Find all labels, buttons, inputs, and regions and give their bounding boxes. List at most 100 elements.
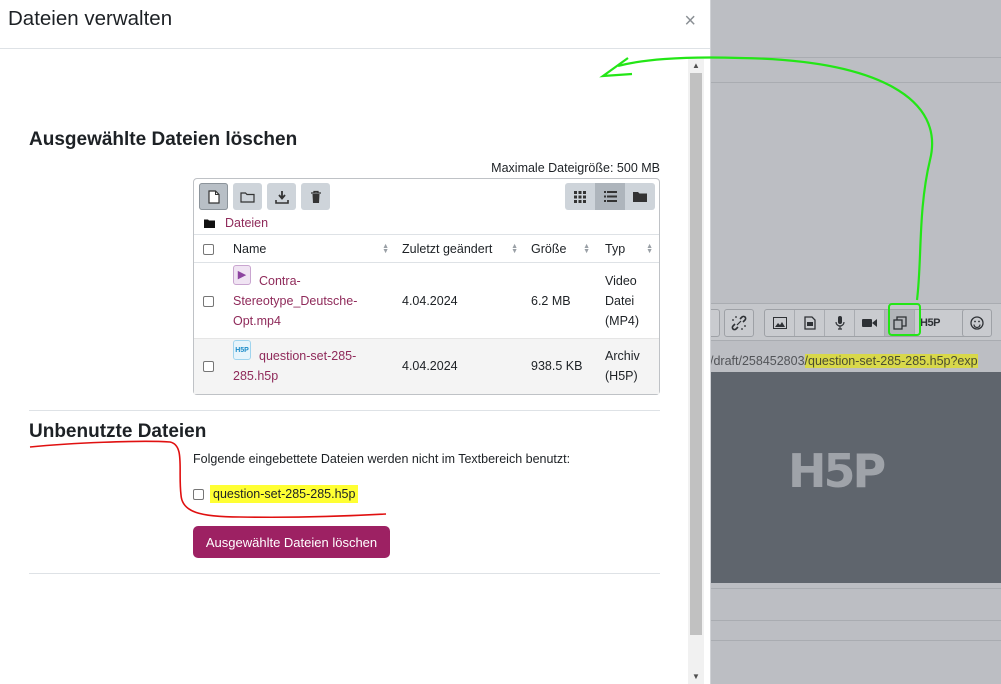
file-size: 6.2 MB (531, 293, 571, 308)
file-icon (207, 189, 220, 204)
column-name[interactable]: Name ▲ ▼ (226, 234, 395, 263)
image-button[interactable] (765, 310, 795, 336)
manage-files-dialog: Dateien verwalten × ▲ ▼ Ausgewählte Date… (0, 0, 711, 684)
emoji-button[interactable] (962, 309, 992, 337)
delete-selected-button[interactable]: Ausgewählte Dateien löschen (193, 526, 390, 558)
media-toolbar-group: H5P (764, 309, 978, 337)
create-folder-button[interactable] (233, 183, 262, 210)
image-icon (772, 317, 787, 329)
folder-icon (204, 219, 215, 228)
folder-icon (633, 192, 647, 202)
table-header-row: Name ▲ ▼ Zuletzt geändert ▲ ▼ Größe ▲ ▼ Typ ▲ ▼ (194, 234, 659, 263)
delete-section-title: Ausgewählte Dateien löschen (29, 129, 298, 150)
row-checkbox[interactable] (203, 361, 214, 373)
file-table: Name ▲ ▼ Zuletzt geändert ▲ ▼ Größe ▲ ▼ Typ ▲ ▼ … (194, 234, 659, 394)
breadcrumb-root[interactable]: Dateien (225, 216, 268, 230)
select-all-cell (194, 234, 226, 263)
file-name-link[interactable]: Contra- Stereotype_Deutsche- Opt.mp4 (233, 271, 357, 331)
editor-background: H5P /draft/258452803/question-set-285-28… (696, 0, 1001, 684)
divider (710, 620, 1001, 621)
file-size: 938.5 KB (524, 338, 596, 394)
breadcrumb: Dateien (204, 216, 268, 230)
divider (710, 82, 1001, 83)
file-name-line: Contra- (259, 273, 301, 288)
sort-icon: ▲ ▼ (382, 243, 389, 255)
row-checkbox[interactable] (203, 295, 214, 307)
file-type-line: Video (605, 273, 637, 288)
grid-icon (574, 190, 586, 203)
unlink-icon (731, 315, 747, 331)
file-type-line: (H5P) (605, 369, 638, 384)
sort-icon: ▲ ▼ (583, 243, 590, 255)
h5p-content-preview: H5P (710, 372, 1001, 583)
emoji-icon (970, 316, 984, 330)
add-file-button[interactable] (199, 183, 228, 210)
file-name-line: 285.h5p (233, 369, 279, 384)
file-type-line: Archiv (605, 349, 640, 364)
max-file-size: Maximale Dateigröße: 500 MB (491, 161, 660, 175)
view-tree-button[interactable] (625, 183, 655, 210)
record-audio-button[interactable] (825, 310, 855, 336)
file-name-cell: ▶ Contra- Stereotype_Deutsche- Opt.mp4 (226, 263, 395, 339)
scrollbar-thumb[interactable] (690, 73, 702, 635)
scrollbar[interactable]: ▲ ▼ (688, 59, 704, 684)
record-video-button[interactable] (855, 310, 885, 336)
annotation-highlight-box (888, 303, 921, 336)
url-prefix: /draft/258452803 (710, 354, 805, 368)
scroll-up-arrow[interactable]: ▲ (688, 59, 704, 73)
file-picker-toolbar (199, 183, 330, 210)
unused-description: Folgende eingebettete Dateien werden nic… (193, 452, 571, 466)
file-name-link[interactable]: question-set-285- 285.h5p (233, 346, 357, 386)
column-name-label: Name (233, 241, 267, 256)
unused-file-option[interactable]: question-set-285-285.h5p (193, 485, 359, 503)
dialog-title: Dateien verwalten (8, 7, 173, 30)
column-modified[interactable]: Zuletzt geändert ▲ ▼ (395, 234, 524, 263)
file-name-line: Opt.mp4 (233, 313, 281, 328)
delete-button[interactable] (301, 183, 330, 210)
file-type: Video Datei (MP4) (596, 263, 659, 339)
scroll-down-arrow[interactable]: ▼ (688, 670, 704, 684)
file-name-cell: H5P question-set-285- 285.h5p (226, 338, 395, 394)
file-modified: 4.04.2024 (402, 293, 458, 308)
column-type[interactable]: Typ ▲ ▼ (596, 234, 659, 263)
download-button[interactable] (267, 183, 296, 210)
file-media-icon (803, 316, 816, 330)
trash-icon (310, 190, 321, 203)
unlink-button[interactable] (724, 309, 754, 337)
file-type-line: (MP4) (605, 313, 640, 328)
unused-section-title: Unbenutzte Dateien (29, 421, 207, 442)
url-highlight: /question-set-285-285.h5p?exp (804, 354, 978, 368)
column-modified-label: Zuletzt geändert (402, 241, 493, 256)
file-modified: 4.04.2024 (395, 338, 524, 394)
sort-icon: ▲ ▼ (511, 243, 518, 255)
folder-outline-icon (240, 191, 255, 203)
section-divider (29, 573, 660, 574)
view-list-button[interactable] (595, 183, 625, 210)
video-file-icon: ▶ (233, 264, 251, 285)
file-picker: Dateien Name ▲ ▼ Zuletzt geändert ▲ ▼ Größe ▲… (193, 178, 660, 395)
view-switcher (565, 183, 655, 210)
embed-url-text: /draft/258452803/question-set-285-285.h5… (710, 350, 1001, 372)
list-icon (603, 191, 617, 202)
close-icon[interactable]: × (684, 11, 696, 31)
column-size-label: Größe (531, 241, 567, 256)
table-row[interactable]: H5P question-set-285- 285.h5p 4.04.2024 … (194, 338, 659, 394)
dialog-header: Dateien verwalten × (0, 0, 710, 49)
video-camera-icon (862, 319, 877, 327)
microphone-icon (834, 316, 845, 330)
editor-toolbar: H5P (696, 303, 1001, 341)
select-all-checkbox[interactable] (203, 243, 214, 255)
file-type: Archiv (H5P) (596, 338, 659, 394)
table-row[interactable]: ▶ Contra- Stereotype_Deutsche- Opt.mp4 4… (194, 263, 659, 339)
divider (710, 57, 1001, 58)
row-select-cell (194, 338, 226, 394)
file-name-line: question-set-285- (259, 349, 357, 364)
column-size[interactable]: Größe ▲ ▼ (524, 234, 596, 263)
media-button[interactable] (795, 310, 825, 336)
section-divider (29, 410, 660, 411)
view-icons-button[interactable] (565, 183, 595, 210)
unused-file-name: question-set-285-285.h5p (210, 485, 359, 503)
h5p-file-icon: H5P (233, 340, 251, 361)
sort-icon: ▲ ▼ (646, 243, 653, 255)
unused-file-checkbox[interactable] (193, 488, 204, 500)
